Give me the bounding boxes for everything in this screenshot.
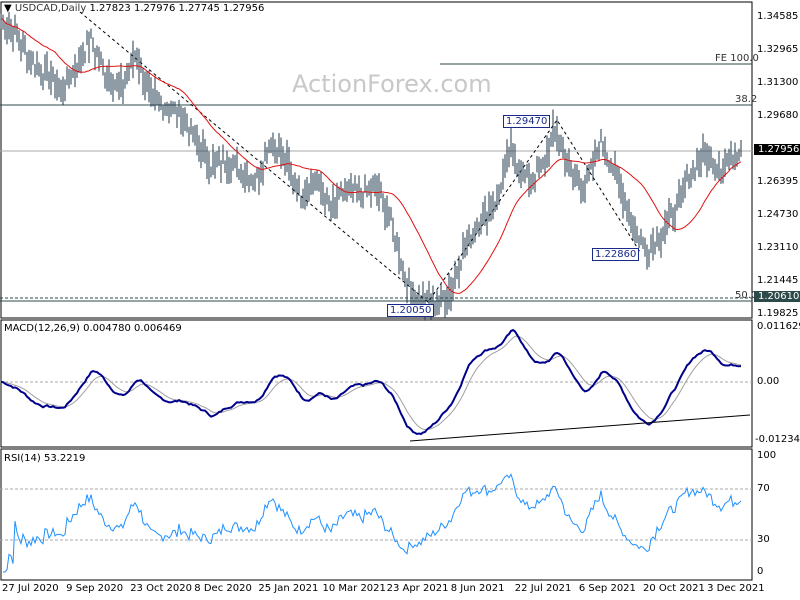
panel-frame [0, 448, 753, 581]
price-tick: 1.24730 [757, 209, 799, 221]
watermark: ActionForex.com [292, 70, 492, 98]
menu-arrow-icon[interactable]: ▼ [4, 3, 15, 14]
macd-tick: 0.011629 [757, 321, 800, 332]
date-tick: 9 Sep 2020 [66, 583, 124, 594]
mid-low-label: 1.22860 [592, 248, 640, 261]
low-label: 1.20050 [387, 304, 435, 317]
date-tick: 6 Sep 2021 [578, 583, 636, 594]
panel-frame [0, 1, 753, 319]
price-tick: 1.34585 [757, 11, 799, 22]
chart-window: { "header":{"symbol":"USDCAD,Daily","ohl… [0, 0, 800, 600]
macd-tick: -0.012348 [755, 434, 800, 445]
price-tick: 1.23110 [757, 241, 799, 253]
price-tick: 1.32965 [757, 43, 799, 55]
price-tick: 1.26395 [757, 175, 799, 187]
date-tick: 25 Jan 2021 [258, 583, 319, 594]
date-tick: 27 Jul 2020 [2, 583, 59, 594]
level-price-tag: 1.20610 [754, 291, 800, 302]
rsi-tick: 30 [757, 534, 770, 545]
rsi-tick: 0 [757, 566, 764, 577]
fib382-label: 38.2 [735, 94, 758, 105]
macd-title: MACD(12,26,9) 0.004780 0.006469 [4, 323, 182, 334]
date-tick: 23 Oct 2020 [130, 583, 193, 594]
price-tick: 1.19825 [757, 307, 799, 319]
date-tick: 22 Jul 2021 [514, 583, 572, 594]
date-tick: 8 Jun 2021 [450, 583, 505, 594]
macd-tick: 0.00 [757, 376, 780, 387]
date-tick: 20 Oct 2021 [643, 583, 705, 594]
date-tick: 23 Apr 2021 [386, 583, 449, 594]
rsi-tick: 100 [757, 450, 777, 461]
current-price-tag: 1.27956 [754, 144, 800, 155]
high-label: 1.29470 [503, 115, 551, 128]
macd-trendline [409, 414, 751, 442]
date-tick: 10 Mar 2021 [322, 583, 386, 594]
wave-dashed-line [79, 11, 641, 303]
price-tick: 1.31300 [757, 77, 799, 89]
chart-title: ▼ USDCAD,Daily 1.27823 1.27976 1.27745 1… [4, 3, 265, 14]
price-tick: 1.21445 [757, 275, 799, 287]
price-tick: 1.29680 [757, 109, 799, 121]
fe100-label: FE 100.0 [715, 53, 759, 64]
date-tick: 8 Dec 2020 [194, 583, 252, 594]
date-tick: 3 Dec 2021 [707, 583, 765, 594]
rsi-tick: 70 [757, 483, 770, 494]
rsi-title: RSI(14) 53.2219 [4, 453, 86, 464]
